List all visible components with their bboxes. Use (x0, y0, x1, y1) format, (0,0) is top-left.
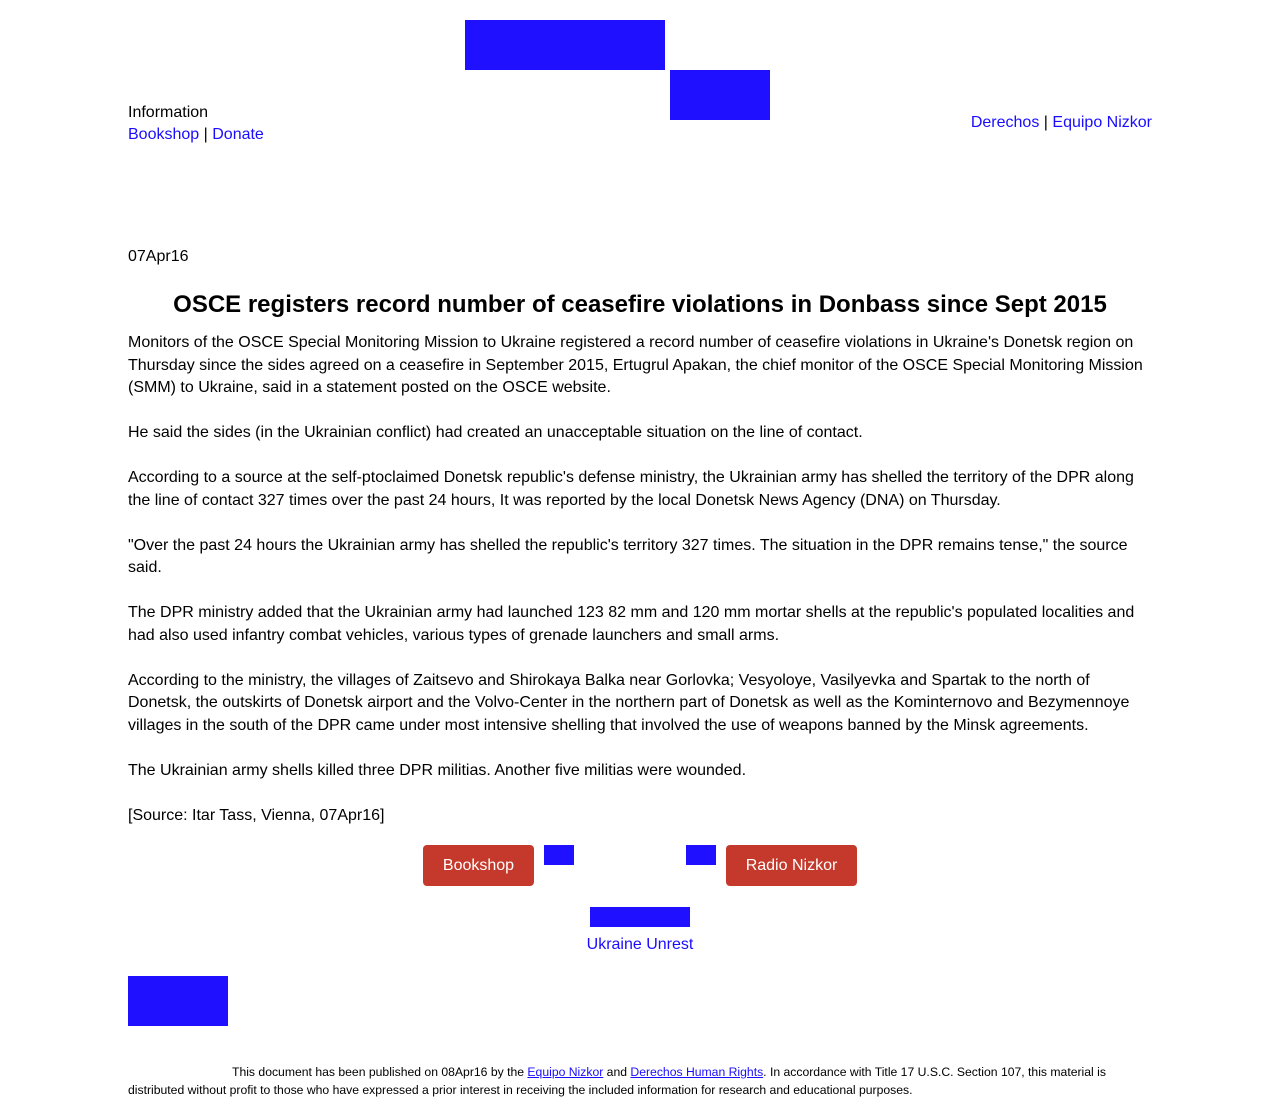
derechos-human-rights-footer-link[interactable]: Derechos Human Rights (630, 1065, 763, 1079)
link-separator: | (203, 126, 208, 143)
footer-logo-image[interactable] (128, 976, 228, 1026)
article-paragraph: According to the ministry, the villages … (128, 671, 1130, 734)
article-paragraph: The DPR ministry added that the Ukrainia… (128, 604, 1135, 644)
article-paragraph: "Over the past 24 hours the Ukrainian ar… (128, 536, 1128, 577)
nav-image-left[interactable] (544, 845, 574, 865)
header-left: Information Bookshop | Donate (128, 102, 264, 146)
bookshop-link[interactable]: Bookshop (128, 126, 199, 143)
ukraine-unrest-banner-image[interactable] (590, 907, 690, 927)
footer-copyright-note: This document has been published on 08Ap… (128, 1063, 1152, 1099)
bookshop-button[interactable]: Bookshop (423, 845, 534, 886)
header-right-links: Derechos | Equipo Nizkor (971, 113, 1152, 133)
site-logo-secondary-image[interactable] (670, 70, 770, 120)
derechos-link[interactable]: Derechos (971, 114, 1039, 131)
footer-text: and (603, 1065, 631, 1079)
article-paragraph: Monitors of the OSCE Special Monitoring … (128, 334, 1143, 396)
article-paragraph: The Ukrainian army shells killed three D… (128, 761, 747, 779)
footer-text: This document has been published on 08Ap… (232, 1065, 528, 1079)
article-title: OSCE registers record number of ceasefir… (173, 291, 1107, 318)
article-paragraph: According to a source at the self-ptocla… (128, 469, 1134, 509)
ukraine-unrest-link[interactable]: Ukraine Unrest (587, 936, 694, 953)
article-body: Monitors of the OSCE Special Monitoring … (128, 332, 1152, 850)
nav-image-right[interactable] (686, 845, 716, 865)
equipo-nizkor-link[interactable]: Equipo Nizkor (1052, 114, 1152, 131)
information-label: Information (128, 104, 209, 121)
site-logo-image[interactable] (465, 20, 665, 70)
article-source: [Source: Itar Tass, Vienna, 07Apr16] (128, 806, 385, 824)
link-separator: | (1043, 114, 1048, 131)
article-date: 07Apr16 (128, 248, 189, 265)
article-paragraph: He said the sides (in the Ukrainian conf… (128, 424, 863, 441)
equipo-nizkor-footer-link[interactable]: Equipo Nizkor (527, 1065, 603, 1079)
donate-link[interactable]: Donate (212, 126, 264, 143)
radio-nizkor-button[interactable]: Radio Nizkor (726, 845, 857, 886)
header-left-links: Bookshop | Donate (128, 124, 264, 146)
ukraine-unrest-link-wrapper: Ukraine Unrest (0, 935, 1280, 955)
